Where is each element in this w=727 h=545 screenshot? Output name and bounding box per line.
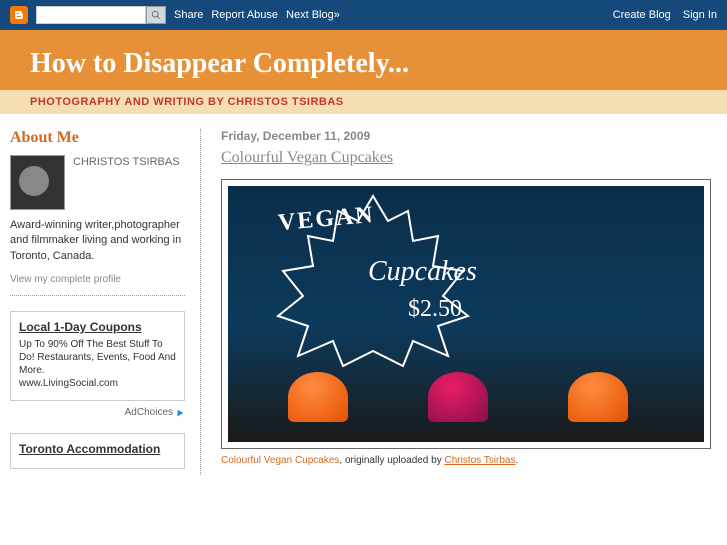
search-button[interactable] [146, 6, 166, 24]
profile-name[interactable]: CHRISTOS TSIRBAS [73, 155, 180, 210]
caption-author-link[interactable]: Christos Tsirbas [445, 455, 516, 466]
post-title-link[interactable]: Colourful Vegan Cupcakes [221, 149, 393, 167]
image-text-price: $2.50 [408, 296, 462, 323]
navbar-right: Create Blog Sign In [613, 9, 717, 21]
caption-end: . [515, 455, 518, 466]
ad-box-2[interactable]: Toronto Accommodation [10, 433, 185, 469]
blogger-logo-icon[interactable] [10, 6, 28, 24]
ad-title: Local 1-Day Coupons [19, 320, 176, 334]
image-caption: Colourful Vegan Cupcakes, originally upl… [221, 455, 717, 466]
search-box [36, 6, 166, 24]
next-blog-link[interactable]: Next Blog» [286, 9, 340, 21]
post-image-frame[interactable]: VEGAN Cupcakes $2.50 [221, 179, 711, 449]
cupcake-icon [568, 372, 628, 422]
adchoices-icon [175, 408, 185, 418]
search-input[interactable] [36, 6, 146, 24]
content-area: About Me CHRISTOS TSIRBAS Award-winning … [0, 114, 727, 485]
main-column: Friday, December 11, 2009 Colourful Vega… [200, 129, 717, 475]
ad-url: www.LivingSocial.com [19, 377, 176, 390]
blog-subtitle: PHOTOGRAPHY AND WRITING BY CHRISTOS TSIR… [30, 96, 697, 108]
image-text-cupcakes: Cupcakes [368, 256, 477, 288]
view-profile-link[interactable]: View my complete profile [10, 274, 185, 296]
caption-title-link[interactable]: Colourful Vegan Cupcakes [221, 455, 339, 466]
blog-header: How to Disappear Completely... [0, 30, 727, 90]
sidebar: About Me CHRISTOS TSIRBAS Award-winning … [10, 129, 185, 475]
sign-in-link[interactable]: Sign In [683, 9, 717, 21]
report-abuse-link[interactable]: Report Abuse [211, 9, 278, 21]
caption-mid: , originally uploaded by [339, 455, 444, 466]
about-me-heading: About Me [10, 129, 185, 147]
ad-text: Up To 90% Off The Best Stuff To Do! Rest… [19, 338, 176, 377]
profile-row: CHRISTOS TSIRBAS [10, 155, 185, 210]
cupcake-icon [288, 372, 348, 422]
ad-box-1[interactable]: Local 1-Day Coupons Up To 90% Off The Be… [10, 311, 185, 401]
blog-title[interactable]: How to Disappear Completely... [30, 48, 707, 80]
share-link[interactable]: Share [174, 9, 203, 21]
profile-bio: Award-winning writer,photographer and fi… [10, 218, 185, 264]
profile-photo[interactable] [10, 155, 65, 210]
post-date: Friday, December 11, 2009 [221, 129, 717, 143]
adchoices-text: AdChoices [125, 407, 173, 418]
cupcake-icon [428, 372, 488, 422]
subtitle-bar: PHOTOGRAPHY AND WRITING BY CHRISTOS TSIR… [0, 90, 727, 114]
navbar-left: Share Report Abuse Next Blog» [10, 6, 340, 24]
post-image: VEGAN Cupcakes $2.50 [228, 186, 704, 442]
ad-title-2: Toronto Accommodation [19, 442, 176, 456]
top-navbar: Share Report Abuse Next Blog» Create Blo… [0, 0, 727, 30]
adchoices-label[interactable]: AdChoices [10, 407, 185, 418]
create-blog-link[interactable]: Create Blog [613, 9, 671, 21]
